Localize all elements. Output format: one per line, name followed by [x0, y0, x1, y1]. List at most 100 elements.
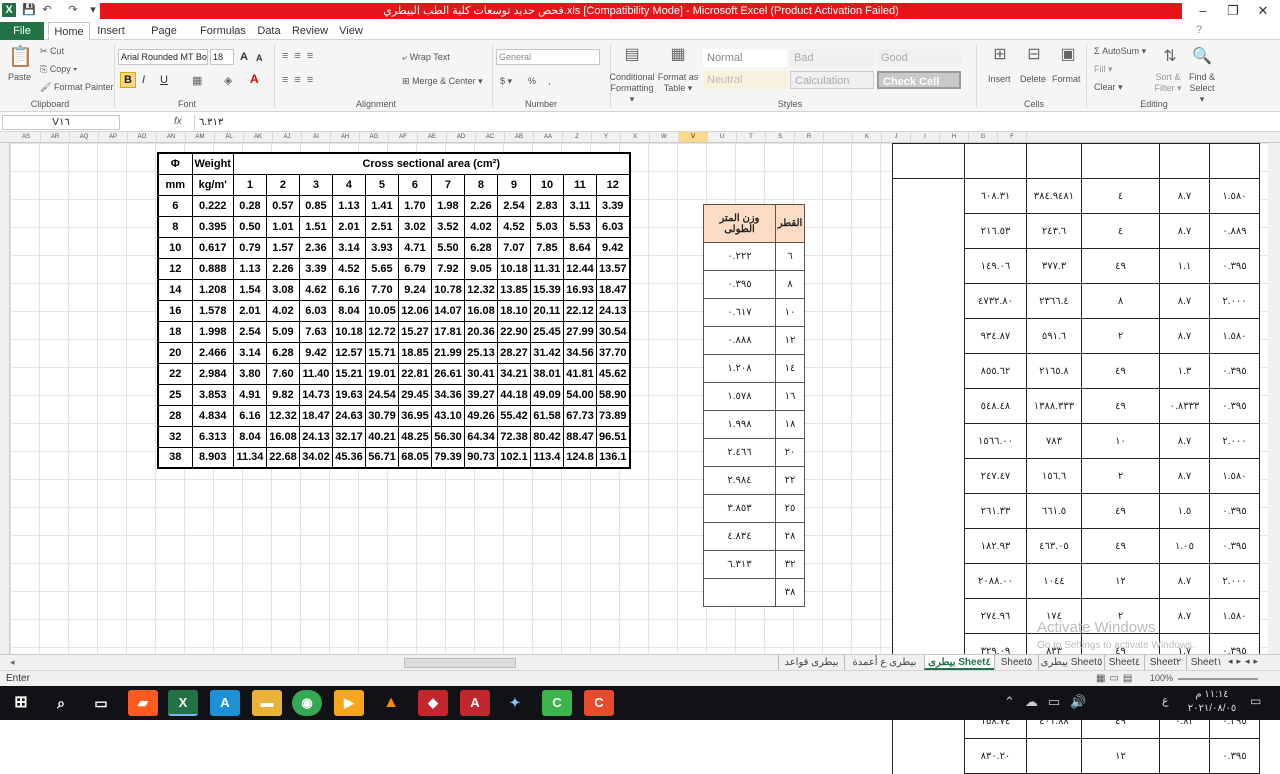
table-cell[interactable]: ١.٥٨٠: [1209, 178, 1260, 214]
table-cell[interactable]: 7.60: [265, 362, 300, 385]
format-as-table-button[interactable]: Format as Table ▾: [656, 72, 700, 94]
table-cell[interactable]: 8.04: [232, 425, 267, 448]
table-cell[interactable]: 21.99: [430, 341, 465, 364]
table-cell[interactable]: [1026, 738, 1082, 774]
column-header[interactable]: AJ: [273, 132, 302, 142]
currency-button[interactable]: $ ▾: [500, 76, 512, 87]
customize-qat-icon[interactable]: ▾: [86, 3, 100, 17]
table-cell[interactable]: 4.91: [232, 383, 267, 406]
grow-font-icon[interactable]: A: [240, 51, 248, 63]
table-cell[interactable]: 7.92: [430, 257, 465, 280]
table-cell[interactable]: ١.٢٠٨: [703, 354, 776, 383]
tab-insert[interactable]: Insert: [92, 22, 130, 40]
minimize-button[interactable]: –: [1188, 2, 1218, 20]
sheet-tab[interactable]: Sheet٥: [994, 655, 1038, 670]
table-cell[interactable]: 22.81: [397, 362, 432, 385]
fx-icon[interactable]: fx: [174, 116, 182, 127]
table-cell[interactable]: 18.10: [496, 299, 531, 322]
table-cell[interactable]: 20.36: [463, 320, 498, 343]
column-header[interactable]: [824, 132, 853, 142]
tab-formulas[interactable]: Formulas: [198, 22, 248, 40]
table-cell[interactable]: 4.02: [265, 299, 300, 322]
table-cell[interactable]: 3.39: [595, 194, 631, 217]
table-cell[interactable]: ٠.٣٩٥: [1209, 738, 1260, 774]
sheet-tab[interactable]: Sheet١: [1186, 655, 1226, 670]
sheet-scroll-left-icon[interactable]: ◂: [10, 657, 15, 668]
table-cell[interactable]: ٧٨٣: [1026, 423, 1082, 459]
table-cell[interactable]: 113.4: [529, 446, 564, 469]
table-cell[interactable]: 0.28: [232, 194, 267, 217]
column-header[interactable]: F: [998, 132, 1027, 142]
tab-file[interactable]: File: [0, 22, 44, 40]
table-cell[interactable]: 12: [157, 257, 193, 280]
table-cell[interactable]: 20.11: [529, 299, 564, 322]
sort-filter-button[interactable]: Sort & Filter ▾: [1152, 72, 1184, 94]
zoom-slider[interactable]: [1178, 678, 1258, 680]
table-cell[interactable]: ٦: [775, 242, 805, 271]
table-cell[interactable]: ٢.٠٠٠: [1209, 283, 1260, 319]
table-cell[interactable]: ١٠٤٤: [1026, 563, 1082, 599]
acrobat-icon[interactable]: A: [460, 690, 490, 716]
table-cell[interactable]: ٠.٣٩٥: [1209, 493, 1260, 529]
style-good[interactable]: Good: [877, 49, 961, 67]
table-cell[interactable]: ٠.٣٩٥: [1209, 528, 1260, 564]
sheet-nav-icons[interactable]: ◂▸◂▸: [1228, 656, 1262, 667]
table-cell[interactable]: ٣٨٤.٩٤٨١: [1026, 178, 1082, 214]
table-cell[interactable]: 6.03: [298, 299, 333, 322]
column-header[interactable]: R: [795, 132, 824, 142]
table-cell[interactable]: 27.99: [562, 320, 597, 343]
table-cell[interactable]: 9.82: [265, 383, 300, 406]
table-cell[interactable]: 4.52: [331, 257, 366, 280]
table-cell[interactable]: 15.71: [364, 341, 399, 364]
table-cell[interactable]: ٠.٨٨٨: [703, 326, 776, 355]
table-cell[interactable]: ٤٩: [1081, 493, 1160, 529]
column-header[interactable]: AL: [215, 132, 244, 142]
table-cell[interactable]: 32: [157, 425, 193, 448]
table-cell[interactable]: ٣.٨٥٣: [703, 494, 776, 523]
keyboard-language[interactable]: ع: [1162, 694, 1169, 707]
table-cell[interactable]: 20: [157, 341, 193, 364]
table-cell[interactable]: 8.903: [191, 446, 234, 469]
insert-cells-icon[interactable]: ⊞: [988, 44, 1012, 64]
table-cell[interactable]: 3.853: [191, 383, 234, 406]
table-cell[interactable]: ١٤٩.٠٦: [964, 248, 1027, 284]
underline-button[interactable]: U: [160, 74, 168, 86]
table-cell[interactable]: 3.14: [331, 236, 366, 259]
column-header[interactable]: J: [882, 132, 911, 142]
excel-taskbar-icon[interactable]: X: [168, 690, 198, 716]
autosum-button[interactable]: Σ AutoSum ▾: [1094, 46, 1146, 57]
table-cell[interactable]: 12.32: [265, 404, 300, 427]
table-cell[interactable]: ٨٥٥.٦٢: [964, 353, 1027, 389]
table-cell[interactable]: 1.98: [430, 194, 465, 217]
table-cell[interactable]: ٢: [1081, 458, 1160, 494]
table-cell[interactable]: ٦٦١.٥: [1026, 493, 1082, 529]
table-cell[interactable]: 44.18: [496, 383, 531, 406]
style-normal[interactable]: Normal: [703, 49, 787, 67]
format-cells-button[interactable]: Format: [1052, 74, 1081, 84]
column-header[interactable]: AN: [157, 132, 186, 142]
paste-icon[interactable]: 📋: [8, 44, 33, 69]
table-cell[interactable]: 25: [157, 383, 193, 406]
table-cell[interactable]: 26.61: [430, 362, 465, 385]
table-cell[interactable]: 10.78: [430, 278, 465, 301]
table-cell[interactable]: 88.47: [562, 425, 597, 448]
column-header[interactable]: Z: [563, 132, 592, 142]
table-cell[interactable]: 2.01: [331, 215, 366, 238]
column-header[interactable]: AF: [389, 132, 418, 142]
fill-button[interactable]: Fill ▾: [1094, 64, 1113, 75]
column-header[interactable]: X: [621, 132, 650, 142]
table-cell[interactable]: 7.63: [298, 320, 333, 343]
style-bad[interactable]: Bad: [790, 49, 874, 67]
column-header[interactable]: AA: [534, 132, 563, 142]
table-cell[interactable]: 43.10: [430, 404, 465, 427]
table-cell[interactable]: 72.38: [496, 425, 531, 448]
vlc-icon[interactable]: ▲: [376, 690, 406, 716]
format-as-table-icon[interactable]: ▦: [666, 44, 690, 64]
percent-button[interactable]: %: [528, 76, 536, 86]
table-cell[interactable]: ١.٣: [1159, 353, 1210, 389]
table-cell[interactable]: 11.40: [298, 362, 333, 385]
table-cell[interactable]: 16.08: [265, 425, 300, 448]
app-icon-orange[interactable]: ▰: [128, 690, 158, 716]
table-cell[interactable]: 1.41: [364, 194, 399, 217]
table-cell[interactable]: ٢٥: [775, 494, 805, 523]
